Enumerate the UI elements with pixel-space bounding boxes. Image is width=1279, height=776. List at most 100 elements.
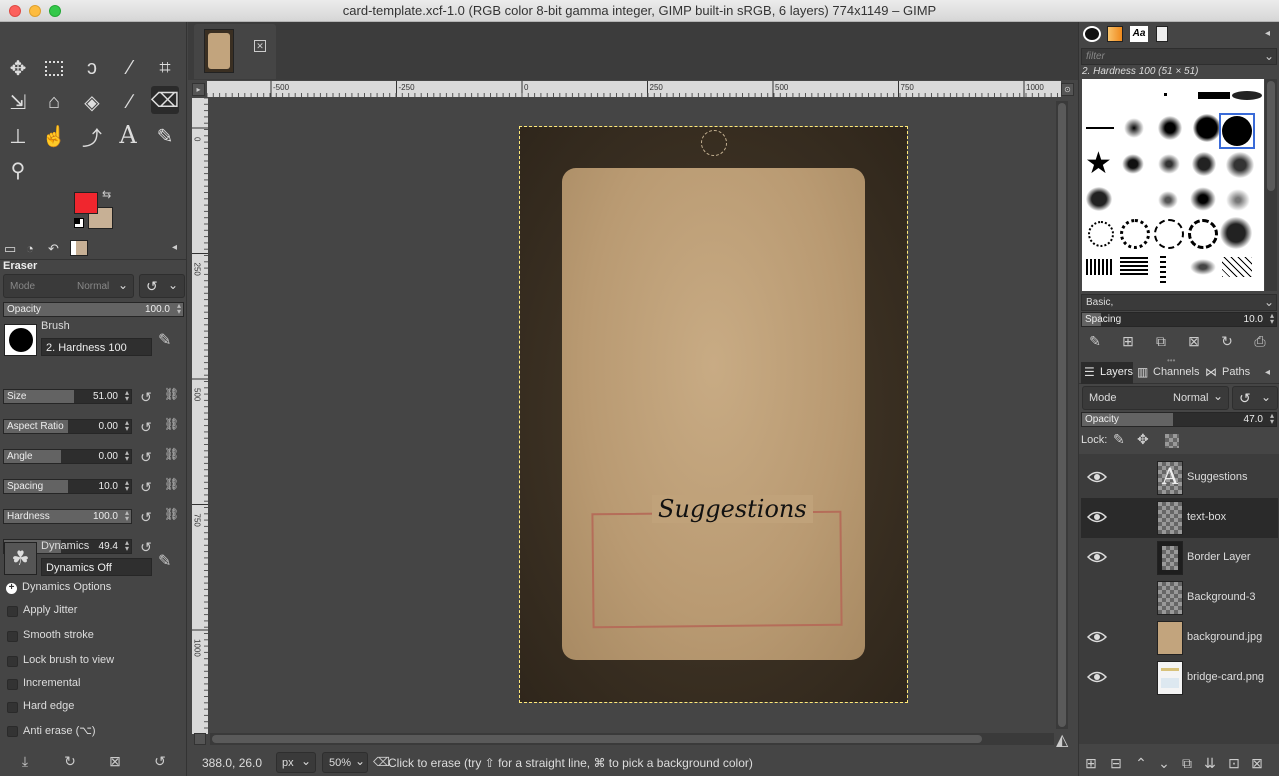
layer-row[interactable]: A Suggestions (1081, 458, 1278, 498)
visibility-toggle[interactable] (1087, 590, 1107, 604)
open-brush-as-image-icon[interactable]: ⎙ (1250, 331, 1270, 351)
image-canvas[interactable]: Suggestions (519, 126, 908, 703)
warp-tool-icon[interactable]: ⌂ (40, 88, 68, 116)
unit-select[interactable]: px ⌄ (276, 752, 316, 773)
link-hardness-icon[interactable]: ⛓ (164, 507, 179, 525)
horizontal-scroll-thumb[interactable] (212, 735, 982, 743)
foreground-color-swatch[interactable] (74, 192, 98, 214)
spin-icon[interactable]: ▴ ▾ (1270, 412, 1274, 426)
tab-paths[interactable]: ⋈ Paths (1203, 362, 1253, 384)
brush-tag-select[interactable]: Basic, ⌄ (1081, 294, 1277, 311)
link-aspect-ratio-icon[interactable]: ⛓ (164, 417, 179, 435)
layer-row[interactable]: Background-3 (1081, 578, 1278, 618)
duplicate-layer-icon[interactable]: ⧉ (1177, 753, 1197, 773)
layer-mask-icon[interactable]: ⊡ (1224, 753, 1244, 773)
dock-menu-icon[interactable]: ◂ (1265, 367, 1270, 378)
zoom-tool-icon[interactable]: ⚲ (4, 156, 32, 184)
tool-options-tab-icon[interactable]: ▭ (4, 241, 16, 257)
spin-icon[interactable]: ▴ ▾ (125, 449, 129, 463)
hardness-slider[interactable]: Hardness 100.0 ▴ ▾ (3, 509, 132, 524)
rect-select-tool-icon[interactable] (40, 54, 68, 82)
color-picker-tool-icon[interactable]: ✎ (151, 122, 179, 150)
vertical-ruler[interactable]: 0 250 500 750 1000 (192, 97, 208, 734)
restore-tool-preset-icon[interactable]: ↻ (60, 751, 80, 771)
dock-menu-icon[interactable]: ◂ (1265, 28, 1270, 39)
paintbrush-tool-icon[interactable]: ∕ (116, 88, 144, 116)
image-tab[interactable]: ✕ (194, 24, 276, 79)
free-select-tool-icon[interactable]: ↄ (78, 54, 106, 82)
vertical-scroll-thumb[interactable] (1058, 103, 1066, 727)
text-tool-icon[interactable]: A (114, 121, 142, 149)
lock-position-icon[interactable]: ✥ (1137, 431, 1149, 448)
navigate-arrow-icon[interactable]: ◭ (1056, 730, 1068, 750)
eraser-tool-icon[interactable]: ⌫ (151, 86, 179, 114)
minimize-window-icon[interactable] (29, 5, 41, 17)
brush-preview[interactable] (4, 324, 37, 356)
brushes-tab-icon[interactable] (1083, 26, 1101, 42)
device-status-tab-icon[interactable]: ◔ (26, 241, 34, 256)
apply-jitter-checkbox[interactable] (7, 606, 18, 617)
tab-channels[interactable]: ▥ Channels (1135, 362, 1203, 384)
spin-icon[interactable]: ▴ ▾ (177, 302, 181, 316)
default-colors-icon[interactable] (74, 218, 84, 228)
edit-brush-icon[interactable]: ✎ (158, 330, 171, 350)
eye-icon[interactable] (1087, 470, 1107, 484)
spin-icon[interactable]: ▴ ▾ (125, 389, 129, 403)
eye-icon[interactable] (1087, 550, 1107, 564)
undo-history-tab-icon[interactable]: ↶ (48, 241, 59, 257)
spin-icon[interactable]: ▴ ▾ (125, 419, 129, 433)
duplicate-brush-icon[interactable]: ⧉ (1151, 331, 1171, 351)
swap-colors-icon[interactable]: ⇆ (102, 188, 111, 201)
anti-erase-checkbox[interactable] (7, 726, 18, 737)
mode-select[interactable]: Mode Normal ⌄ (3, 274, 134, 298)
layer-composite-button[interactable]: ↺ ⌄ (1232, 386, 1278, 410)
smudge-tool-icon[interactable]: ☝ (40, 122, 68, 150)
lock-alpha-icon[interactable] (1165, 434, 1179, 448)
dock-menu-icon[interactable]: ◂ (172, 242, 177, 253)
refresh-brushes-icon[interactable]: ↻ (1217, 331, 1237, 351)
tab-layers[interactable]: ☰ Layers (1081, 362, 1133, 384)
zoom-fit-icon[interactable]: ⊙ (1061, 83, 1074, 96)
delete-layer-icon[interactable]: ⊠ (1247, 753, 1267, 773)
layer-mode-select[interactable]: Mode Normal ⌄ (1082, 386, 1229, 410)
horizontal-ruler[interactable]: -500 -250 0 250 500 750 1000 (206, 81, 1061, 97)
incremental-checkbox[interactable] (7, 679, 18, 690)
raise-layer-icon[interactable]: ⌃ (1131, 753, 1151, 773)
layer-opacity-slider[interactable]: Opacity 47.0 ▴ ▾ (1081, 412, 1277, 427)
angle-slider[interactable]: Angle 0.00 ▴ ▾ (3, 449, 132, 464)
navigate-icon[interactable] (194, 733, 206, 745)
zoom-select[interactable]: 50% ⌄ (322, 752, 368, 773)
save-tool-preset-icon[interactable]: ⤓ (15, 751, 35, 771)
spin-icon[interactable]: ▴ ▾ (125, 479, 129, 493)
clone-tool-icon[interactable]: ⊥ (4, 122, 32, 150)
document-history-tab-icon[interactable] (1156, 26, 1168, 42)
brush-grid[interactable]: ★ (1082, 79, 1264, 291)
new-layer-group-icon[interactable]: ⊟ (1106, 753, 1126, 773)
patterns-tab-icon[interactable] (1107, 26, 1123, 42)
layer-row[interactable]: bridge-card.png (1081, 658, 1278, 698)
delete-tool-preset-icon[interactable]: ⊠ (105, 751, 125, 771)
brush-filter-input[interactable]: filter ⌄ (1081, 48, 1277, 65)
crop-tool-icon[interactable]: ⌗ (151, 54, 179, 82)
dynamics-preview-icon[interactable]: ☘ (4, 542, 37, 575)
images-tab-icon[interactable] (70, 240, 88, 256)
brush-spacing-slider[interactable]: Spacing 10.0 ▴ ▾ (1081, 312, 1277, 327)
brush-name-field[interactable]: 2. Hardness 100 (41, 338, 152, 356)
spin-icon[interactable]: ▴ ▾ (1270, 312, 1274, 326)
layer-row[interactable]: text-box (1081, 498, 1278, 538)
anchor-layer-icon[interactable]: ⇊ (1200, 753, 1220, 773)
aspect-ratio-slider[interactable]: Aspect Ratio 0.00 ▴ ▾ (3, 419, 132, 434)
fuzzy-select-tool-icon[interactable]: ⁄ (116, 54, 144, 82)
dynamics-options-expander[interactable]: Dynamics Options (22, 581, 111, 593)
close-window-icon[interactable] (9, 5, 21, 17)
link-spacing-icon[interactable]: ⛓ (164, 477, 179, 495)
edit-dynamics-icon[interactable]: ✎ (158, 551, 171, 571)
reset-angle-icon[interactable]: ↺ (138, 449, 154, 465)
opacity-slider[interactable]: Opacity 100.0 ▴ ▾ (3, 302, 184, 317)
eye-icon[interactable] (1087, 670, 1107, 684)
spin-icon[interactable]: ▴ ▾ (125, 509, 129, 523)
reset-size-icon[interactable]: ↺ (138, 389, 154, 405)
link-size-icon[interactable]: ⛓ (164, 387, 179, 405)
reset-spacing-icon[interactable]: ↺ (138, 479, 154, 495)
mode-reset-button[interactable]: ↺ ⌄ (139, 274, 185, 298)
